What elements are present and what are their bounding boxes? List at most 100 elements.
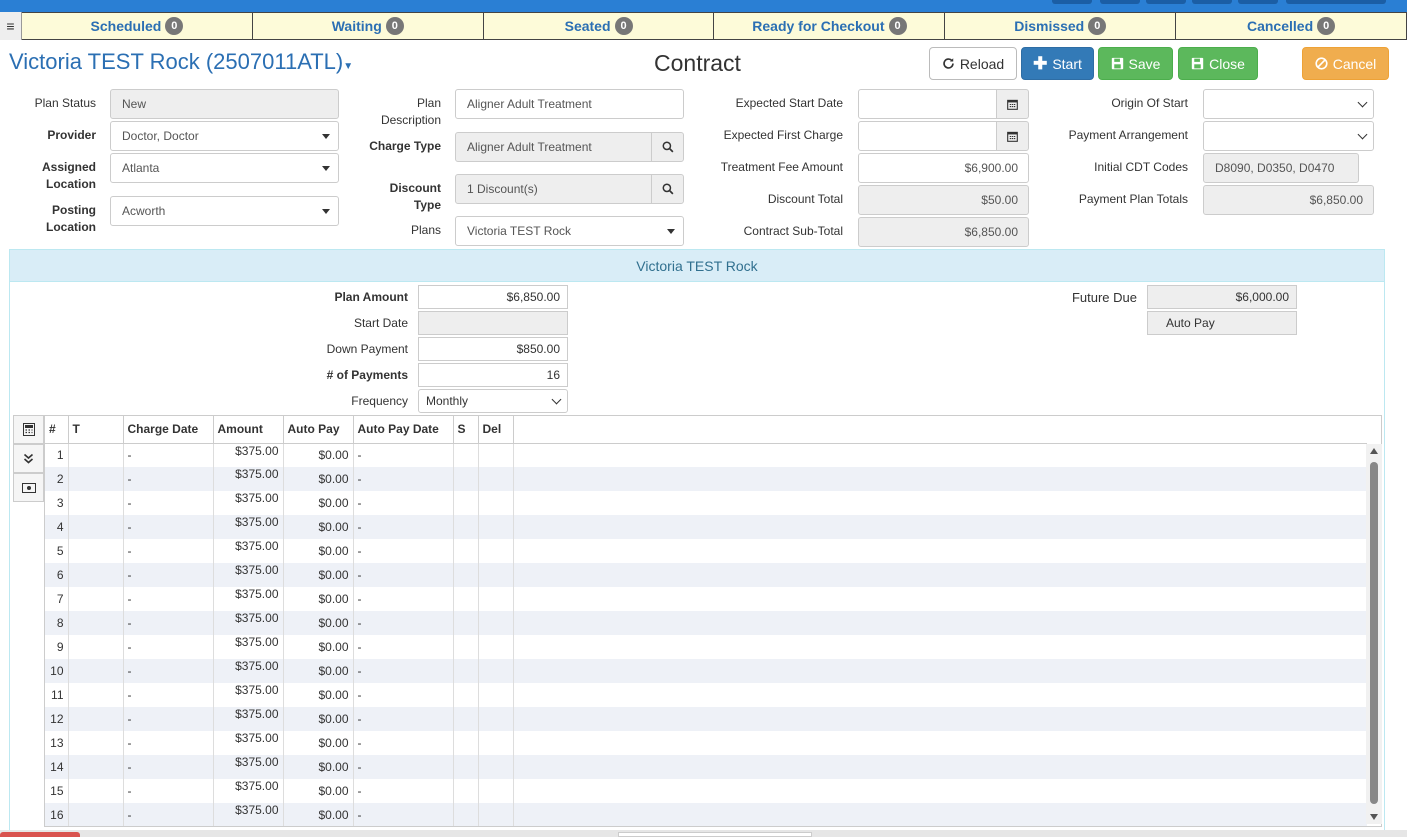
toolbar-stub[interactable] [1286, 0, 1386, 4]
row-number: 9 [45, 635, 69, 659]
tab-ready-for-checkout[interactable]: Ready for Checkout 0 [714, 12, 946, 40]
table-row[interactable]: 11- $375.00 $0.00- [45, 683, 1367, 707]
bottom-tab[interactable] [0, 832, 80, 837]
toolbar-stub[interactable] [1052, 0, 1092, 4]
table-row[interactable]: 5- $375.00 $0.00- [45, 539, 1367, 563]
filler-cell [513, 515, 1367, 539]
search-icon [662, 141, 673, 153]
start-button[interactable]: ✚ Start [1021, 47, 1094, 80]
column-header[interactable]: Auto Pay Date [353, 416, 454, 444]
auto-pay-cell: $0.00 [283, 491, 354, 515]
tab-label: Ready for Checkout [752, 18, 885, 34]
treatment-fee-input[interactable]: $6,900.00 [858, 153, 1029, 183]
tab-dismissed[interactable]: Dismissed 0 [945, 12, 1177, 40]
amount-cell: $375.00 [213, 659, 284, 683]
table-row[interactable]: 1- $375.00 $0.00- [45, 443, 1367, 467]
ban-icon [1315, 57, 1328, 70]
table-row[interactable]: 7- $375.00 $0.00- [45, 587, 1367, 611]
table-row[interactable]: 6- $375.00 $0.00- [45, 563, 1367, 587]
auto-pay-cell: $0.00 [283, 563, 354, 587]
table-row[interactable]: 2- $375.00 $0.00- [45, 467, 1367, 491]
auto-pay-cell: $0.00 [283, 611, 354, 635]
table-row[interactable]: 13- $375.00 $0.00- [45, 731, 1367, 755]
table-row[interactable]: 12- $375.00 $0.00- [45, 707, 1367, 731]
toolbar-stub[interactable] [1100, 0, 1140, 4]
reload-label: Reload [959, 55, 1005, 72]
future-due-field: $6,000.00 [1147, 285, 1297, 309]
charge-date-cell: - [123, 491, 214, 515]
posting-location-select[interactable]: Acworth [110, 196, 339, 226]
toolbar-stub[interactable] [1192, 0, 1232, 4]
chevron-down-icon [1357, 129, 1368, 140]
frequency-select[interactable]: Monthly [418, 389, 568, 413]
type-cell [68, 563, 124, 587]
table-row[interactable]: 16- $375.00 $0.00- [45, 803, 1367, 826]
discount-type-search-button[interactable] [651, 174, 684, 204]
scroll-thumb[interactable] [1370, 462, 1378, 804]
plan-description-label: Plan Description [380, 96, 441, 127]
column-header[interactable]: Del [478, 416, 514, 444]
provider-select[interactable]: Doctor, Doctor [110, 121, 339, 151]
plan-amount-input[interactable]: $6,850.00 [418, 285, 568, 309]
del-cell [478, 611, 514, 635]
plans-value: Victoria TEST Rock [467, 224, 572, 238]
expected-start-date-picker[interactable] [996, 89, 1029, 119]
s-cell [453, 707, 479, 731]
calculator-button[interactable] [13, 415, 44, 444]
grid-scrollbar[interactable] [1366, 444, 1382, 824]
column-header[interactable]: T [68, 416, 124, 444]
close-button[interactable]: Close [1178, 47, 1258, 80]
down-payment-input[interactable]: $850.00 [418, 337, 568, 361]
bottom-tab[interactable] [618, 832, 812, 837]
column-header[interactable]: Amount [213, 416, 284, 444]
save-label: Save [1128, 55, 1161, 72]
scroll-up-arrow-icon[interactable] [1370, 448, 1378, 454]
table-row[interactable]: 10- $375.00 $0.00- [45, 659, 1367, 683]
row-number: 2 [45, 467, 69, 491]
table-row[interactable]: 3- $375.00 $0.00- [45, 491, 1367, 515]
save-button[interactable]: Save [1098, 47, 1173, 80]
auto-pay-button[interactable]: Auto Pay [1147, 311, 1297, 335]
payment-button[interactable] [13, 473, 44, 502]
plans-select[interactable]: Victoria TEST Rock [455, 216, 684, 246]
patient-name-dropdown[interactable]: Victoria TEST Rock (2507011ATL)▼ [9, 49, 353, 75]
reload-button[interactable]: Reload [929, 47, 1017, 80]
floppy-disk-icon [1191, 57, 1204, 70]
cancel-button[interactable]: Cancel [1302, 47, 1389, 80]
origin-of-start-select[interactable] [1203, 89, 1374, 119]
plus-icon: ✚ [1033, 53, 1048, 73]
del-cell [478, 443, 514, 467]
toolbar-stub[interactable] [1238, 0, 1278, 4]
table-row[interactable]: 9- $375.00 $0.00- [45, 635, 1367, 659]
auto-pay-date-cell: - [353, 779, 454, 803]
plan-description-input[interactable]: Aligner Adult Treatment [455, 89, 684, 119]
double-chevron-down-icon [23, 453, 34, 464]
toolbar-stub[interactable] [1146, 0, 1186, 4]
expected-first-charge-picker[interactable] [996, 121, 1029, 151]
column-header[interactable]: S [453, 416, 479, 444]
column-header[interactable]: # [45, 416, 69, 444]
del-cell [478, 539, 514, 563]
table-row[interactable]: 14- $375.00 $0.00- [45, 755, 1367, 779]
hamburger-menu-icon[interactable]: ≡ [0, 12, 22, 40]
assigned-location-select[interactable]: Atlanta [110, 153, 339, 183]
charge-type-search-button[interactable] [651, 132, 684, 162]
payment-arrangement-select[interactable] [1203, 121, 1374, 151]
column-header[interactable]: Auto Pay [283, 416, 354, 444]
expected-first-charge-input[interactable] [858, 121, 997, 151]
auto-pay-date-cell: - [353, 683, 454, 707]
expected-start-date-input[interactable] [858, 89, 997, 119]
table-row[interactable]: 8- $375.00 $0.00- [45, 611, 1367, 635]
tab-waiting[interactable]: Waiting 0 [252, 12, 484, 40]
status-bar: ≡ Scheduled 0 Waiting 0 Seated 0 Ready for … [0, 12, 1407, 40]
tab-label: Cancelled [1246, 18, 1314, 34]
tab-cancelled[interactable]: Cancelled 0 [1176, 12, 1407, 40]
expand-all-button[interactable] [13, 444, 44, 473]
tab-scheduled[interactable]: Scheduled 0 [22, 12, 253, 40]
table-row[interactable]: 4- $375.00 $0.00- [45, 515, 1367, 539]
table-row[interactable]: 15- $375.00 $0.00- [45, 779, 1367, 803]
column-header[interactable]: Charge Date [123, 416, 214, 444]
tab-seated[interactable]: Seated 0 [483, 12, 715, 40]
num-payments-input[interactable]: 16 [418, 363, 568, 387]
scroll-down-arrow-icon[interactable] [1370, 814, 1378, 820]
